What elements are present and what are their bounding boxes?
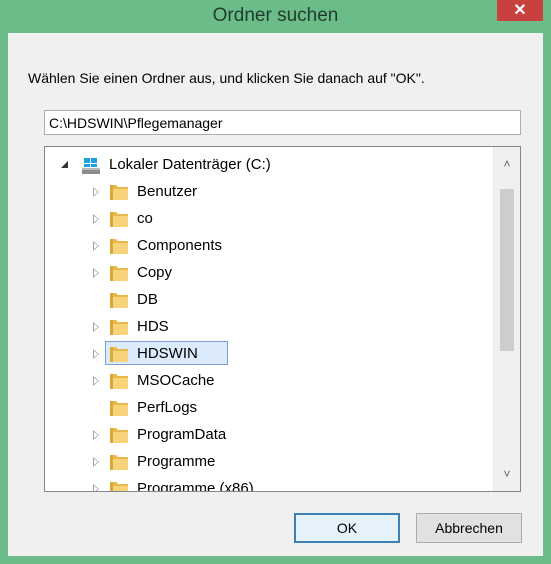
collapsed-arrow-icon[interactable] <box>93 187 99 197</box>
folder-icon <box>109 291 129 309</box>
tree-item-folder[interactable]: Programme (x86) <box>45 476 494 491</box>
tree-item-label: Benutzer <box>137 183 198 200</box>
tree-item-folder[interactable]: Programme <box>45 449 494 475</box>
close-icon: ✕ <box>513 1 527 19</box>
folder-icon <box>109 372 129 390</box>
tree-item-folder[interactable]: HDSWIN <box>45 341 494 367</box>
tree-item-folder[interactable]: PerfLogs <box>45 395 494 421</box>
collapsed-arrow-icon[interactable] <box>93 322 99 332</box>
tree-item-folder[interactable]: Benutzer <box>45 179 494 205</box>
folder-icon <box>109 264 129 282</box>
tree-item-label: Programme <box>137 453 216 470</box>
folder-tree[interactable]: Lokaler Datenträger (C:) Benutzer co Compo… <box>44 146 521 492</box>
tree-item-label: HDS <box>137 318 169 335</box>
ok-button[interactable]: OK <box>294 513 400 543</box>
vertical-scrollbar[interactable]: ˄ ˅ <box>493 147 520 491</box>
close-button[interactable]: ✕ <box>497 0 543 21</box>
tree-item-folder[interactable]: DB <box>45 287 494 313</box>
expanded-arrow-icon[interactable] <box>61 161 68 168</box>
tree-item-folder[interactable]: Components <box>45 233 494 259</box>
tree-item-label: co <box>137 210 153 227</box>
tree-item-folder[interactable]: Copy <box>45 260 494 286</box>
collapsed-arrow-icon[interactable] <box>93 349 99 359</box>
tree-item-label: DB <box>137 291 158 308</box>
instruction-text: Wählen Sie einen Ordner aus, und klicken… <box>28 70 425 86</box>
chevron-down-icon: ˅ <box>503 467 511 481</box>
folder-icon <box>109 237 129 255</box>
tree-item-folder[interactable]: MSOCache <box>45 368 494 394</box>
collapsed-arrow-icon[interactable] <box>93 376 99 386</box>
folder-icon <box>109 183 129 201</box>
tree-item-label: Programme (x86) <box>137 480 254 491</box>
scrollbar-thumb[interactable] <box>500 189 514 351</box>
tree-item-label: ProgramData <box>137 426 227 443</box>
folder-icon <box>109 318 129 336</box>
tree-item-label: PerfLogs <box>137 399 198 416</box>
tree-item-label: MSOCache <box>137 372 215 389</box>
folder-icon <box>109 480 129 491</box>
collapsed-arrow-icon[interactable] <box>93 430 99 440</box>
collapsed-arrow-icon[interactable] <box>93 457 99 467</box>
folder-icon <box>109 399 129 417</box>
cancel-button[interactable]: Abbrechen <box>416 513 522 543</box>
drive-icon <box>81 156 101 174</box>
tree-item-label: HDSWIN <box>137 345 198 362</box>
collapsed-arrow-icon[interactable] <box>93 484 99 491</box>
folder-path-input[interactable] <box>44 110 521 135</box>
folder-icon <box>109 453 129 471</box>
tree-item-folder[interactable]: ProgramData <box>45 422 494 448</box>
tree-root-label: Lokaler Datenträger (C:) <box>109 156 271 173</box>
tree-item-label: Copy <box>137 264 173 281</box>
folder-icon <box>109 345 129 363</box>
collapsed-arrow-icon[interactable] <box>93 268 99 278</box>
scroll-down-button[interactable]: ˅ <box>494 463 520 485</box>
window-title: Ordner suchen <box>212 5 339 26</box>
title-bar[interactable]: Ordner suchen ✕ <box>0 0 551 33</box>
tree-item-folder[interactable]: HDS <box>45 314 494 340</box>
folder-icon <box>109 210 129 228</box>
tree-item-folder[interactable]: co <box>45 206 494 232</box>
chevron-up-icon: ˄ <box>503 157 511 171</box>
scroll-up-button[interactable]: ˄ <box>494 153 520 175</box>
folder-icon <box>109 426 129 444</box>
folder-tree-list: Lokaler Datenträger (C:) Benutzer co Compo… <box>45 147 494 491</box>
tree-root-drive[interactable]: Lokaler Datenträger (C:) <box>45 152 494 178</box>
collapsed-arrow-icon[interactable] <box>93 241 99 251</box>
tree-item-label: Components <box>137 237 223 254</box>
collapsed-arrow-icon[interactable] <box>93 214 99 224</box>
